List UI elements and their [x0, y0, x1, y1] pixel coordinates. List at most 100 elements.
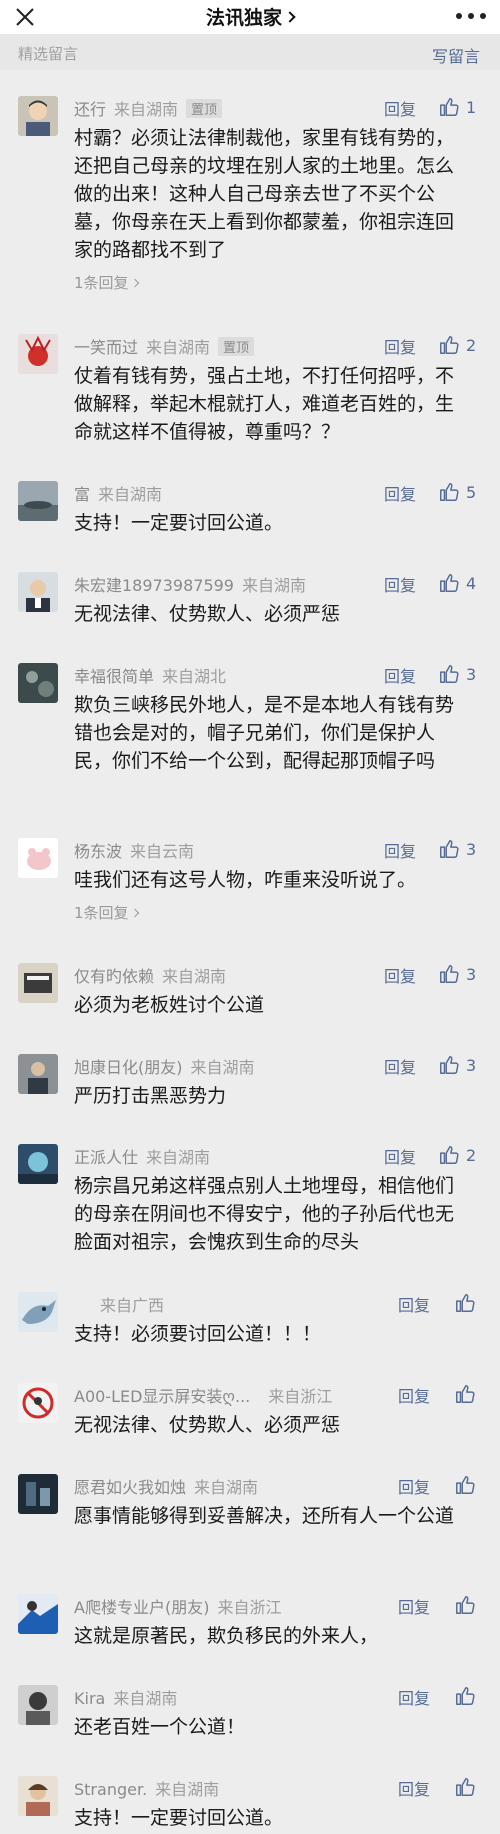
- like-button[interactable]: [454, 1474, 476, 1496]
- commenter-name[interactable]: 还行: [74, 100, 106, 119]
- like-button[interactable]: 2: [438, 1144, 476, 1166]
- comment-meta: 正派人仕 来自湖南: [74, 1144, 210, 1168]
- like-button[interactable]: [454, 1776, 476, 1798]
- commenter-name[interactable]: 正派人仕: [74, 1148, 138, 1167]
- commenter-name[interactable]: A00-LED显示屏安装ღ...: [74, 1387, 250, 1406]
- like-button[interactable]: [454, 1594, 476, 1616]
- commenter-name[interactable]: 幸福很简单: [74, 667, 154, 686]
- like-button[interactable]: 4: [438, 572, 476, 594]
- commenter-location: 来自湖北: [162, 667, 227, 686]
- comment-text: 这就是原著民，欺负移民的外来人，: [74, 1625, 379, 1647]
- view-replies-link[interactable]: 1条回复: [74, 902, 139, 923]
- like-button[interactable]: [454, 1292, 476, 1314]
- reply-button[interactable]: 回复: [384, 1144, 416, 1168]
- commenter-name[interactable]: 愿君如火我如烛: [74, 1478, 186, 1497]
- like-button[interactable]: 5: [438, 481, 476, 503]
- reply-button[interactable]: 回复: [384, 838, 416, 862]
- commenter-name[interactable]: Kira: [74, 1689, 105, 1708]
- comment-text: 支持！必须要讨回公道！！！: [74, 1323, 322, 1345]
- commenter-name[interactable]: Stranger.: [74, 1780, 147, 1799]
- commenter-name[interactable]: 旭康日化(朋友): [74, 1058, 183, 1077]
- replies-count: 1条回复: [74, 904, 129, 922]
- thumbs-up-icon: [440, 840, 459, 858]
- avatar[interactable]: [18, 334, 58, 374]
- avatar[interactable]: [18, 1054, 58, 1094]
- reply-button[interactable]: 回复: [384, 663, 416, 687]
- top-bar: 法讯独家: [0, 0, 500, 34]
- avatar[interactable]: [18, 1383, 58, 1423]
- avatar[interactable]: [18, 663, 58, 703]
- like-count: 3: [466, 1055, 477, 1075]
- commenter-location: 来自广西: [100, 1296, 165, 1315]
- reply-button[interactable]: 回复: [384, 481, 416, 505]
- reply-button[interactable]: 回复: [384, 96, 416, 120]
- view-replies-link[interactable]: 1条回复: [74, 272, 139, 293]
- commenter-location: 来自湖南: [190, 1058, 255, 1077]
- thumbs-up-icon: [456, 1476, 475, 1494]
- chevron-right-icon: [130, 908, 139, 918]
- commenter-location: 来自湖南: [155, 1780, 220, 1799]
- reply-button[interactable]: 回复: [398, 1685, 430, 1709]
- avatar[interactable]: [18, 838, 58, 878]
- like-count: 3: [466, 964, 477, 984]
- thumbs-up-icon: [440, 965, 459, 983]
- avatar[interactable]: [18, 1594, 58, 1634]
- chevron-right-icon: [130, 278, 139, 288]
- thumbs-up-icon: [440, 98, 459, 116]
- thumbs-up-icon: [456, 1596, 475, 1614]
- commenter-name[interactable]: 仅有旳依赖: [74, 967, 154, 986]
- like-button[interactable]: 1: [438, 96, 476, 118]
- reply-button[interactable]: 回复: [384, 963, 416, 987]
- like-button[interactable]: 3: [438, 838, 476, 860]
- thumbs-up-icon: [440, 665, 459, 683]
- commenter-location: 来自湖南: [113, 1689, 178, 1708]
- thumbs-up-icon: [440, 1146, 459, 1164]
- reply-button[interactable]: 回复: [398, 1383, 430, 1407]
- like-count: 2: [466, 335, 477, 355]
- like-button[interactable]: 3: [438, 1054, 476, 1076]
- avatar[interactable]: [18, 1474, 58, 1514]
- avatar[interactable]: [18, 1292, 58, 1332]
- comment-text: 支持！一定要讨回公道。: [74, 1807, 284, 1829]
- replies-count: 1条回复: [74, 274, 129, 292]
- like-button[interactable]: 2: [438, 334, 476, 356]
- reply-button[interactable]: 回复: [384, 572, 416, 596]
- avatar[interactable]: [18, 572, 58, 612]
- like-count: 3: [466, 664, 477, 684]
- reply-button[interactable]: 回复: [398, 1594, 430, 1618]
- avatar[interactable]: [18, 1776, 58, 1816]
- reply-button[interactable]: 回复: [398, 1292, 430, 1316]
- comment-text: 还老百姓一个公道！: [74, 1716, 246, 1738]
- commenter-location: 来自湖南: [98, 485, 163, 504]
- commenter-name[interactable]: A爬楼专业户(朋友): [74, 1598, 209, 1617]
- page-title[interactable]: 法讯独家: [0, 3, 500, 30]
- avatar[interactable]: [18, 481, 58, 521]
- like-button[interactable]: 3: [438, 663, 476, 685]
- thumbs-up-icon: [440, 336, 459, 354]
- more-dots-icon[interactable]: [456, 10, 486, 22]
- commenter-location: 来自湖南: [146, 338, 211, 357]
- commenter-name[interactable]: 富: [74, 485, 90, 504]
- page-title-text: 法讯独家: [205, 7, 282, 29]
- like-button[interactable]: 3: [438, 963, 476, 985]
- commenter-name[interactable]: 杨东波: [74, 842, 122, 861]
- like-button[interactable]: [454, 1685, 476, 1707]
- comment-meta: 愿君如火我如烛 来自湖南: [74, 1474, 258, 1498]
- commenter-name[interactable]: 朱宏建18973987599: [74, 576, 234, 595]
- avatar[interactable]: [18, 1685, 58, 1725]
- like-count: 4: [466, 573, 477, 593]
- comment-text: 严历打击黑恶势力: [74, 1085, 227, 1107]
- avatar[interactable]: [18, 963, 58, 1003]
- commenter-location: 来自云南: [130, 842, 195, 861]
- comment-text: 必须为老板姓讨个公道: [74, 994, 265, 1016]
- avatar[interactable]: [18, 1144, 58, 1184]
- comment-meta: 杨东波 来自云南: [74, 838, 194, 862]
- like-button[interactable]: [454, 1383, 476, 1405]
- commenter-name[interactable]: 一笑而过: [74, 338, 138, 357]
- reply-button[interactable]: 回复: [398, 1776, 430, 1800]
- reply-button[interactable]: 回复: [384, 334, 416, 358]
- avatar[interactable]: [18, 96, 58, 136]
- reply-button[interactable]: 回复: [398, 1474, 430, 1498]
- reply-button[interactable]: 回复: [384, 1054, 416, 1078]
- write-comment-link[interactable]: 写留言: [432, 43, 480, 67]
